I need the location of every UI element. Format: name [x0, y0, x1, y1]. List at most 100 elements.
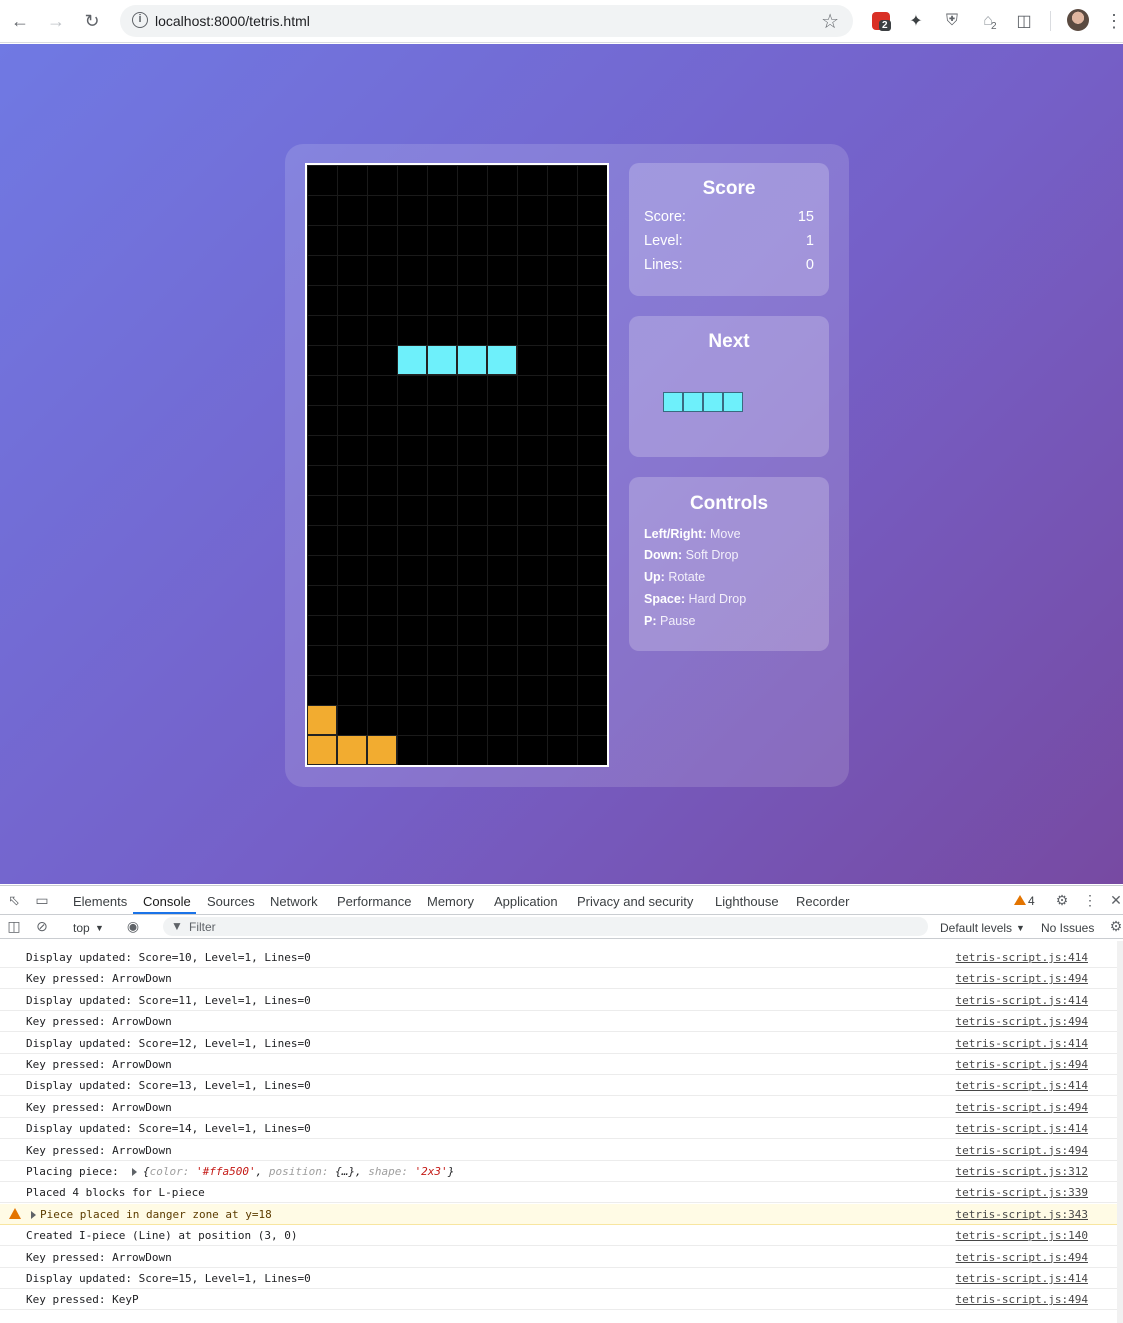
console-log-row[interactable]: Key pressed: ArrowDown tetris-script.js:4… — [0, 1054, 1117, 1075]
log-source-link[interactable]: tetris-script.js:140 — [956, 1229, 1088, 1242]
console-log-row[interactable]: Display updated: Score=12, Level=1, Line… — [0, 1033, 1117, 1054]
log-source-link[interactable]: tetris-script.js:414 — [956, 1122, 1088, 1135]
back-icon[interactable]: ← — [7, 8, 33, 34]
chevron-down-icon[interactable]: ▼ — [95, 923, 104, 933]
expand-triangle-icon[interactable] — [132, 1168, 137, 1176]
log-message: Display updated: Score=10, Level=1, Line… — [26, 951, 311, 964]
filter-placeholder: Filter — [189, 920, 216, 934]
stat-label: Level: — [644, 233, 683, 249]
tab-recorder[interactable]: Recorder — [796, 894, 849, 909]
tab-performance[interactable]: Performance — [337, 894, 411, 909]
log-source-link[interactable]: tetris-script.js:494 — [956, 972, 1088, 985]
tab-elements[interactable]: Elements — [73, 894, 127, 909]
log-source-link[interactable]: tetris-script.js:312 — [956, 1165, 1088, 1178]
log-message: Placing piece: — [26, 1165, 119, 1178]
l-piece-block — [367, 735, 397, 765]
console-log-row[interactable]: Key pressed: ArrowDown tetris-script.js:4… — [0, 968, 1117, 990]
menu-kebab-icon[interactable]: ⋮ — [1102, 9, 1123, 33]
console-log-row[interactable]: Key pressed: ArrowDown tetris-script.js:4… — [0, 1097, 1117, 1118]
chevron-down-icon[interactable]: ▼ — [1016, 923, 1025, 933]
log-source-link[interactable]: tetris-script.js:414 — [956, 1079, 1088, 1092]
tab-memory[interactable]: Memory — [427, 894, 474, 909]
sidebar-toggle-icon[interactable]: ◫ — [6, 918, 22, 934]
close-icon[interactable]: ✕ — [1108, 892, 1123, 908]
context-selector[interactable]: top — [73, 921, 90, 935]
forward-icon[interactable]: → — [43, 8, 69, 34]
log-source-link[interactable]: tetris-script.js:339 — [956, 1186, 1088, 1199]
issues-button[interactable]: No Issues — [1041, 921, 1094, 935]
extension-shield-icon[interactable]: ⛨ — [940, 9, 964, 33]
extensions-puzzle-icon[interactable]: ◫ — [1012, 9, 1036, 33]
log-object-preview[interactable]: {color: '#ffa500', position: {…}, shape:… — [143, 1165, 454, 1178]
log-source-link[interactable]: tetris-script.js:343 — [956, 1208, 1088, 1221]
expand-triangle-icon[interactable] — [31, 1210, 36, 1219]
settings-gear-icon[interactable]: ⚙ — [1054, 892, 1070, 908]
warning-count[interactable]: 4 — [1028, 894, 1035, 908]
console-log-row[interactable]: Key pressed: KeyP tetris-script.js:494 — [0, 1289, 1117, 1311]
url-text[interactable]: localhost:8000/tetris.html — [155, 13, 310, 29]
console-settings-icon[interactable]: ⚙ — [1108, 918, 1123, 934]
console-log-row[interactable]: Placing piece: {color: '#ffa500', positio… — [0, 1161, 1117, 1182]
i-piece-block — [427, 345, 457, 375]
eye-icon[interactable]: ◉ — [125, 918, 141, 934]
log-source-link[interactable]: tetris-script.js:414 — [956, 994, 1088, 1007]
control-row: P: Pause — [644, 614, 695, 628]
inspect-element-icon[interactable]: ⬁ — [6, 892, 22, 908]
warning-icon[interactable] — [1014, 895, 1026, 905]
control-row: Left/Right: Move — [644, 527, 741, 541]
tab-application[interactable]: Application — [494, 894, 558, 909]
l-piece-block — [307, 735, 337, 765]
l-piece-block — [307, 705, 337, 735]
object-token: , — [255, 1165, 269, 1178]
console-log-row[interactable]: Display updated: Score=10, Level=1, Line… — [0, 947, 1117, 968]
object-token: { — [143, 1165, 150, 1178]
devtools-menu-icon[interactable]: ⋮ — [1082, 892, 1098, 908]
object-token: } — [447, 1165, 455, 1178]
tab-sources[interactable]: Sources — [207, 894, 255, 909]
log-source-link[interactable]: tetris-script.js:494 — [956, 1251, 1088, 1264]
profile-avatar[interactable] — [1067, 9, 1089, 31]
log-source-link[interactable]: tetris-script.js:494 — [956, 1015, 1088, 1028]
console-log-row[interactable]: Created I-piece (Line) at position (3, 0… — [0, 1225, 1117, 1247]
object-token: '2x3' — [414, 1165, 448, 1178]
console-log-row[interactable]: Key pressed: ArrowDown tetris-script.js:4… — [0, 1247, 1117, 1268]
bookmark-star-icon[interactable]: ☆ — [821, 9, 839, 34]
console-log-row[interactable]: Placed 4 blocks for L-piece tetris-script… — [0, 1182, 1117, 1204]
devtools-panel: ⬁ ▭ Elements Console Sources Network Per… — [0, 885, 1123, 1323]
tab-lighthouse[interactable]: Lighthouse — [715, 894, 779, 909]
console-log-row[interactable]: Display updated: Score=11, Level=1, Line… — [0, 990, 1117, 1011]
console-log-row[interactable]: Display updated: Score=14, Level=1, Line… — [0, 1118, 1117, 1140]
control-key: Space: — [644, 592, 685, 606]
console-scrollbar[interactable] — [1117, 941, 1123, 1323]
log-source-link[interactable]: tetris-script.js:494 — [956, 1101, 1088, 1114]
controls-panel: Controls Left/Right: Move Down: Soft Dro… — [629, 477, 829, 651]
log-source-link[interactable]: tetris-script.js:414 — [956, 951, 1088, 964]
reload-icon[interactable]: ↻ — [79, 8, 105, 34]
log-source-link[interactable]: tetris-script.js:494 — [956, 1058, 1088, 1071]
object-token: {…} — [335, 1165, 355, 1178]
tab-console[interactable]: Console — [143, 894, 191, 909]
console-log-row[interactable]: Key pressed: ArrowDown tetris-script.js:4… — [0, 1140, 1117, 1161]
tetris-page: Score Score: 15 Level: 1 Lines: 0 Next C… — [0, 44, 1123, 884]
site-info-icon[interactable]: i — [132, 12, 148, 28]
i-piece-block — [397, 345, 427, 375]
device-toolbar-icon[interactable]: ▭ — [34, 892, 50, 908]
game-board[interactable] — [305, 163, 609, 767]
console-warning-row[interactable]: Piece placed in danger zone at y=18 tetri… — [0, 1203, 1117, 1225]
filter-input[interactable]: ▼ Filter — [163, 917, 928, 936]
l-piece-block — [337, 735, 367, 765]
address-bar[interactable]: i localhost:8000/tetris.html ☆ — [120, 5, 853, 37]
log-source-link[interactable]: tetris-script.js:494 — [956, 1293, 1088, 1306]
tab-privacy-security[interactable]: Privacy and security — [577, 894, 693, 909]
log-levels-dropdown[interactable]: Default levels — [940, 921, 1012, 935]
log-source-link[interactable]: tetris-script.js:414 — [956, 1037, 1088, 1050]
console-log-row[interactable]: Key pressed: ArrowDown tetris-script.js:4… — [0, 1011, 1117, 1033]
clear-console-icon[interactable]: ⊘ — [34, 918, 50, 934]
log-source-link[interactable]: tetris-script.js:494 — [956, 1144, 1088, 1157]
extension-shoe-icon[interactable]: ✦ — [904, 9, 928, 33]
tab-network[interactable]: Network — [270, 894, 318, 909]
object-token: , — [354, 1165, 369, 1178]
console-log-row[interactable]: Display updated: Score=13, Level=1, Line… — [0, 1075, 1117, 1097]
console-log-row[interactable]: Display updated: Score=15, Level=1, Line… — [0, 1268, 1117, 1289]
log-source-link[interactable]: tetris-script.js:414 — [956, 1272, 1088, 1285]
